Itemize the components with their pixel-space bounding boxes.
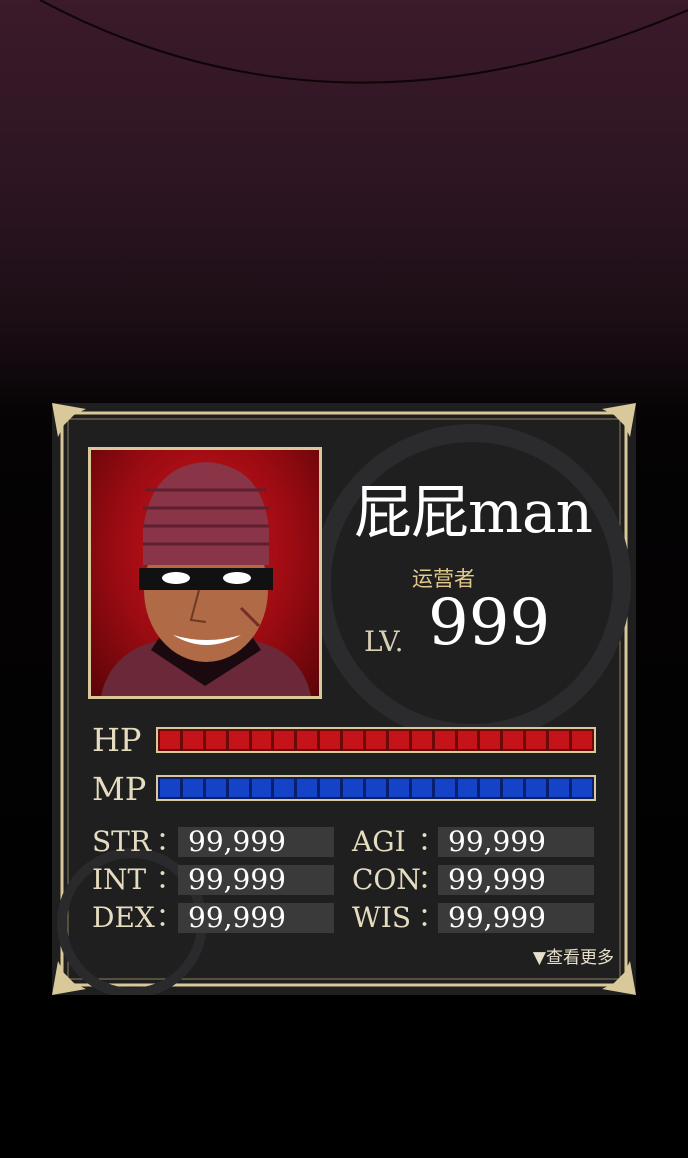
mp-segment [457, 779, 478, 797]
hp-segment [251, 731, 272, 749]
hp-segment [457, 731, 478, 749]
mp-segment [160, 779, 180, 797]
stat-wis-value: 99,999 [438, 903, 594, 933]
mp-segment [343, 779, 364, 797]
view-more-link[interactable]: ▼查看更多 [533, 943, 614, 968]
hp-segment [366, 731, 386, 749]
hp-segment [205, 731, 226, 749]
hp-segment [411, 731, 432, 749]
stat-con-value: 99,999 [438, 865, 594, 895]
hp-segment [320, 731, 341, 749]
hp-segment [160, 731, 180, 749]
hp-segment [434, 731, 455, 749]
stat-agi-label: AGI [352, 825, 406, 858]
hp-segment [526, 731, 547, 749]
mp-segment [480, 779, 501, 797]
hp-segment [572, 731, 592, 749]
mp-segment [411, 779, 432, 797]
hp-segment [503, 731, 524, 749]
stat-dex-label: DEX [92, 901, 155, 934]
mp-segment [549, 779, 570, 797]
mp-segment [182, 779, 203, 797]
hp-segment [549, 731, 570, 749]
hp-segment [182, 731, 203, 749]
level-value: 999 [428, 586, 551, 660]
mp-segment [228, 779, 249, 797]
mp-segment [274, 779, 295, 797]
mp-segment [526, 779, 547, 797]
stat-agi-value: 99,999 [438, 827, 594, 857]
stat-str-label: STR [92, 825, 151, 858]
mp-segment [434, 779, 455, 797]
mp-segment [388, 779, 409, 797]
mp-segment [251, 779, 272, 797]
mp-segment [503, 779, 524, 797]
masked-man-avatar [101, 462, 311, 696]
stat-str-value: 99,999 [178, 827, 334, 857]
hp-segment [343, 731, 364, 749]
stat-dex-value: 99,999 [178, 903, 334, 933]
stat-con-label: CON [352, 863, 421, 896]
hp-bar [156, 727, 596, 753]
mp-segment [320, 779, 341, 797]
mp-segment [366, 779, 386, 797]
hp-label: HP [92, 721, 142, 759]
character-name: 屁屁man [354, 478, 593, 546]
mp-segment [297, 779, 318, 797]
stat-wis-label: WIS [352, 901, 412, 934]
level-label: LV. [364, 625, 404, 658]
mp-label: MP [92, 770, 147, 808]
hp-segment [274, 731, 295, 749]
background-arc [39, 0, 688, 84]
hp-segment [297, 731, 318, 749]
hp-segment [388, 731, 409, 749]
mp-bar [156, 775, 596, 801]
character-portrait [88, 447, 322, 699]
mp-segment [572, 779, 592, 797]
mp-segment [205, 779, 226, 797]
hp-segment [228, 731, 249, 749]
hp-segment [480, 731, 501, 749]
stat-int-value: 99,999 [178, 865, 334, 895]
status-window: 屁屁man 运营者 LV. 999 HP MP STR ： 99,999 INT… [52, 403, 636, 995]
stat-int-label: INT [92, 863, 147, 896]
